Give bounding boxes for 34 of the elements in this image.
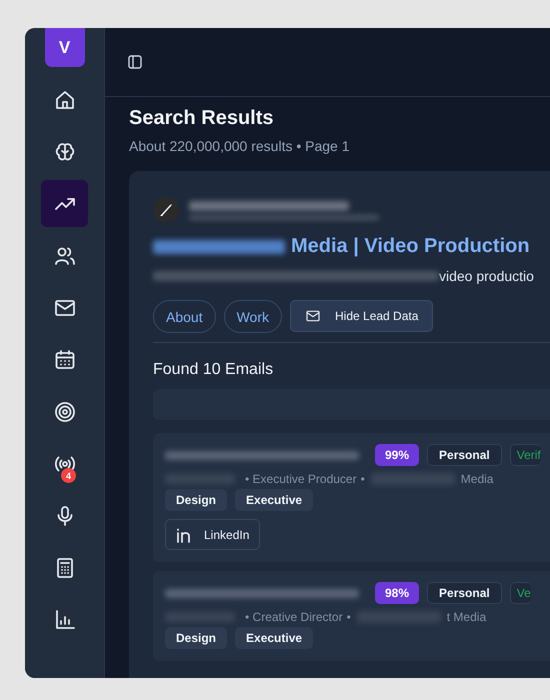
page-title: Search Results	[129, 107, 275, 130]
rocket-icon	[153, 197, 179, 223]
mail-icon	[305, 308, 322, 324]
nav-item[interactable]	[41, 180, 88, 227]
confidence-badge: 99%	[375, 444, 420, 466]
status-badge: Verif	[510, 444, 541, 466]
logo[interactable]: V	[44, 28, 84, 67]
status-badge: Ve	[510, 582, 531, 604]
calendar-icon	[52, 348, 76, 372]
linkedin-button[interactable]: LinkedIn	[165, 519, 260, 550]
tag: Design	[165, 489, 228, 511]
tag: Executive	[235, 627, 314, 649]
tag: Executive	[235, 489, 314, 511]
sidebar-toggle-icon[interactable]	[128, 55, 142, 69]
separator: •	[360, 472, 365, 486]
section-heading: Found 10 Emails	[153, 361, 274, 379]
results-summary: About 220,000,000 results • Page 1	[129, 138, 351, 154]
company-name: Media	[460, 472, 494, 486]
tag: Design	[165, 627, 228, 649]
tab-pill[interactable]: Work	[224, 300, 282, 333]
nav-item[interactable]: 4	[41, 440, 88, 487]
result-title-link[interactable]: Media | Video Production	[291, 235, 530, 258]
target-icon	[52, 400, 76, 424]
type-badge: Personal	[427, 444, 502, 466]
separator: •	[346, 610, 351, 624]
hide-lead-data-button[interactable]: Hide Lead Data	[290, 300, 434, 332]
result-description: video productio	[439, 268, 534, 284]
notification-badge: 4	[61, 468, 76, 483]
type-badge: Personal	[427, 582, 502, 604]
confidence-badge: 98%	[375, 582, 420, 604]
job-title: • Executive Producer	[245, 472, 357, 486]
company-name: t Media	[446, 610, 486, 624]
tab-pill[interactable]: About	[153, 300, 216, 333]
job-title: • Creative Director	[245, 610, 343, 624]
